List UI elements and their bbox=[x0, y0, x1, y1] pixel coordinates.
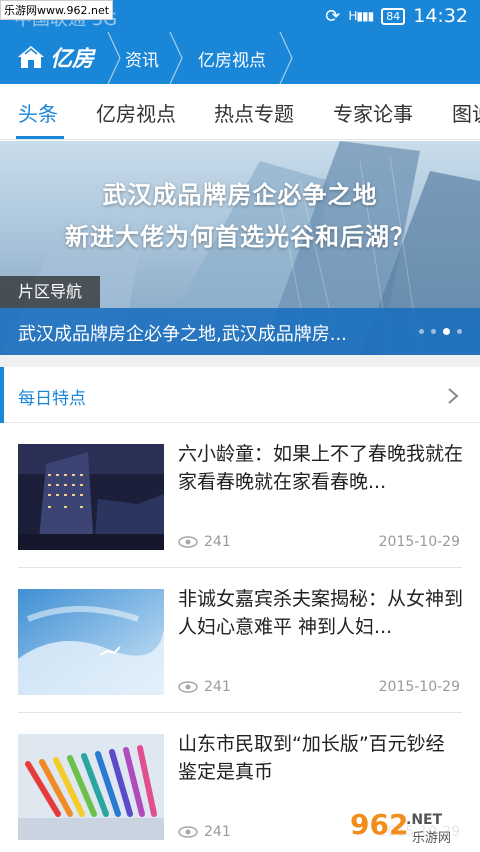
status-time: 14:32 bbox=[413, 5, 468, 27]
active-tab-indicator bbox=[16, 136, 64, 139]
article-title: 非诚女嘉宾杀夫案揭秘：从女神到人妇心意难平 神到人妇... bbox=[178, 588, 464, 638]
article-item[interactable]: 六小龄童：如果上不了春晚我就在家看春晚就在家看春晚... 241 2015-10… bbox=[0, 423, 480, 568]
article-date: 2015-10-29 bbox=[378, 679, 460, 695]
article-title: 山东市民取到“加长版”百元钞经鉴定是真币 bbox=[178, 733, 445, 783]
carousel-dot[interactable] bbox=[457, 329, 462, 334]
logo-text: 亿房 bbox=[50, 47, 95, 72]
eye-icon bbox=[178, 826, 198, 838]
watermark-caption: 乐游网 bbox=[412, 831, 451, 846]
section-gap bbox=[0, 355, 480, 367]
region-tag: 片区导航 bbox=[0, 276, 100, 308]
tab-hot-topics[interactable]: 热点专题 bbox=[214, 98, 294, 127]
breadcrumb-separator-icon bbox=[169, 32, 183, 84]
breadcrumb-news[interactable]: 资讯 bbox=[125, 46, 159, 71]
banner-title-line-1: 武汉成品牌房企必争之地 bbox=[102, 181, 378, 209]
eye-icon bbox=[178, 681, 198, 693]
banner-caption-bar: 武汉成品牌房企必争之地,武汉成品牌房... bbox=[0, 308, 480, 355]
eye-icon bbox=[178, 536, 198, 548]
article-thumbnail bbox=[18, 589, 164, 695]
chevron-right-icon[interactable] bbox=[446, 387, 460, 405]
battery-icon: 84 bbox=[381, 7, 406, 25]
view-count-value: 241 bbox=[204, 679, 231, 695]
category-tabs: 头条 亿房视点 热点专题 专家论事 图说 bbox=[0, 84, 480, 140]
article-thumbnail bbox=[18, 444, 164, 550]
sync-icon: ⟳ bbox=[325, 5, 341, 27]
tab-viewpoint[interactable]: 亿房视点 bbox=[96, 98, 176, 127]
site-watermark: 乐游网www.962.net bbox=[0, 0, 114, 20]
carousel-indicator bbox=[419, 328, 462, 335]
carousel-dot[interactable] bbox=[419, 329, 424, 334]
banner-caption: 武汉成品牌房企必争之地,武汉成品牌房... bbox=[18, 324, 347, 345]
section-accent-bar bbox=[0, 367, 4, 423]
banner-title-line-2: 新进大佬为何首选光谷和后湖？ bbox=[65, 223, 415, 251]
view-count: 241 bbox=[178, 534, 231, 550]
featured-banner[interactable]: 武汉成品牌房企必争之地 新进大佬为何首选光谷和后湖？ 片区导航 武汉成品牌房企必… bbox=[0, 141, 480, 355]
carousel-dot-active[interactable] bbox=[443, 328, 450, 335]
status-icons: ⟳ H▮▮▮ 84 14:32 bbox=[325, 5, 468, 27]
view-count: 241 bbox=[178, 824, 231, 840]
view-count: 241 bbox=[178, 679, 231, 695]
article-thumbnail bbox=[18, 734, 164, 840]
tab-headlines[interactable]: 头条 bbox=[18, 98, 58, 127]
app-header: 亿房 资讯 亿房视点 bbox=[0, 32, 480, 84]
app-logo[interactable]: 亿房 bbox=[16, 41, 94, 73]
daily-section-header[interactable]: 每日特点 bbox=[0, 367, 480, 423]
section-title: 每日特点 bbox=[18, 389, 86, 409]
watermark-suffix: .NET bbox=[406, 812, 443, 828]
view-count-value: 241 bbox=[204, 534, 231, 550]
view-count-value: 241 bbox=[204, 824, 231, 840]
carousel-dot[interactable] bbox=[431, 329, 436, 334]
breadcrumb-separator-icon bbox=[107, 32, 121, 84]
breadcrumb-separator-icon bbox=[279, 32, 293, 84]
tab-pictures[interactable]: 图说 bbox=[452, 98, 480, 127]
watermark-number: 962 bbox=[350, 808, 408, 841]
signal-icon: H▮▮▮ bbox=[348, 9, 374, 23]
breadcrumb-viewpoint[interactable]: 亿房视点 bbox=[198, 46, 266, 71]
house-logo-icon bbox=[18, 46, 44, 68]
tab-experts[interactable]: 专家论事 bbox=[333, 98, 413, 127]
article-item[interactable]: 非诚女嘉宾杀夫案揭秘：从女神到人妇心意难平 神到人妇... 241 2015-1… bbox=[0, 568, 480, 713]
article-title: 六小龄童：如果上不了春晚我就在家看春晚就在家看春晚... bbox=[178, 443, 464, 493]
article-date: 2015-10-29 bbox=[378, 534, 460, 550]
site-logo-watermark: 962 .NET 乐游网 bbox=[346, 804, 476, 848]
